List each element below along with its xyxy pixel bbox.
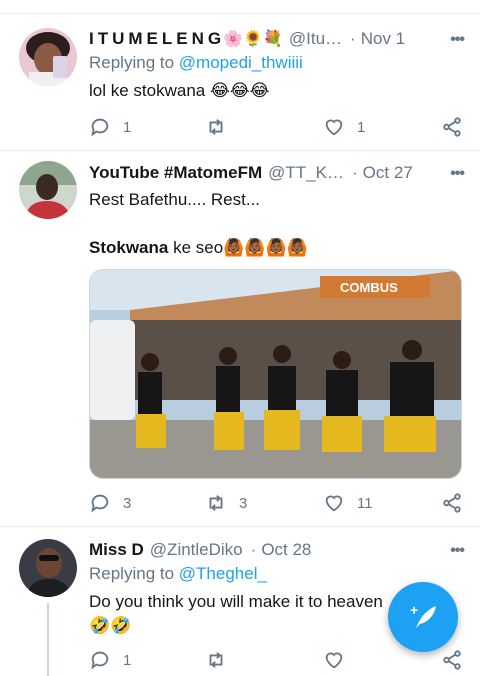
tweet-photo[interactable]: COMBUS (89, 269, 462, 479)
tweet[interactable]: YouTube #MatomeFM @TT_K… · Oct 27 ••• Re… (0, 151, 480, 527)
tweet[interactable]: ITUMELENG 🌸🌻💐 @Itu… · Nov 1 ••• Replying… (0, 15, 480, 151)
separator-dot: · (250, 540, 257, 559)
name-emoji: 🌸🌻💐 (223, 31, 283, 48)
share-button[interactable] (441, 491, 463, 515)
tweet-header: Miss D @ZintleDiko · Oct 28 (89, 538, 464, 562)
reply-icon (91, 651, 109, 670)
previous-tweet-edge (0, 0, 480, 14)
reply-icon (91, 494, 109, 513)
avatar[interactable] (19, 28, 77, 86)
reply-count: 1 (123, 118, 132, 136)
display-name[interactable]: ITUMELENG (89, 29, 225, 49)
like-count: 1 (357, 118, 366, 136)
heart-icon (325, 119, 343, 136)
avatar[interactable] (19, 161, 77, 219)
reply-mention-link[interactable]: @Theghel_ (179, 564, 267, 583)
avatar[interactable] (19, 539, 77, 597)
display-name[interactable]: Miss D (89, 540, 144, 560)
reply-button[interactable]: 1 (89, 648, 131, 672)
separator-dot: · (350, 29, 356, 48)
separator-dot: · (351, 163, 358, 182)
tweet-header: YouTube #MatomeFM @TT_K… · Oct 27 (89, 161, 464, 185)
reply-mention-link[interactable]: @mopedi_thwiiii (179, 53, 303, 72)
more-options-icon[interactable]: ••• (450, 31, 465, 49)
reply-count: 1 (123, 651, 132, 669)
share-icon (443, 650, 461, 670)
bold-word: Stokwana (89, 238, 169, 257)
share-icon (443, 493, 461, 513)
more-options-icon[interactable]: ••• (450, 165, 465, 183)
tweet-date[interactable]: Oct 28 (261, 540, 311, 560)
tweet-date[interactable]: Oct 27 (363, 163, 413, 183)
share-button[interactable] (441, 115, 463, 139)
like-button[interactable]: 1 (323, 115, 365, 139)
retweet-icon (209, 495, 223, 511)
tweet-header: ITUMELENG 🌸🌻💐 @Itu… · Nov 1 (89, 27, 464, 51)
like-count: 11 (357, 494, 373, 512)
heart-icon (325, 495, 343, 512)
retweet-icon (209, 119, 223, 135)
share-icon (443, 117, 461, 137)
like-button[interactable] (323, 648, 357, 672)
tweet-actions: 1 (89, 648, 464, 672)
heart-icon (325, 652, 343, 669)
tweet-actions: 1 1 (89, 115, 464, 139)
reply-button[interactable]: 1 (89, 115, 131, 139)
retweet-button[interactable] (205, 648, 239, 672)
more-options-icon[interactable]: ••• (450, 542, 465, 560)
thread-line (47, 603, 49, 676)
tweet-text-rest: ke seo🙆🏾🙆🏾🙆🏾🙆🏾 (168, 238, 308, 257)
share-button[interactable] (441, 648, 463, 672)
bus-terminal-sign: COMBUS (340, 280, 398, 295)
user-handle[interactable]: @Itu… (289, 29, 342, 49)
replying-to-label: Replying to (89, 53, 179, 72)
replying-to-label: Replying to (89, 564, 179, 583)
retweet-button[interactable]: 3 (205, 491, 247, 515)
tweet-text-line-1: Rest Bafethu.... Rest... (89, 190, 261, 209)
tweet-date[interactable]: Nov 1 (361, 29, 405, 49)
user-handle[interactable]: @TT_K… (268, 163, 344, 183)
retweet-icon (209, 652, 223, 668)
retweet-count: 3 (239, 494, 248, 512)
user-handle[interactable]: @ZintleDiko (150, 540, 243, 560)
display-name[interactable]: YouTube #MatomeFM (89, 163, 262, 183)
retweet-button[interactable] (205, 115, 239, 139)
like-button[interactable]: 11 (323, 491, 373, 515)
tweet-text-line-2: Stokwana ke seo🙆🏾🙆🏾🙆🏾🙆🏾 (89, 236, 464, 260)
reply-count: 3 (123, 494, 132, 512)
reply-icon (91, 118, 109, 137)
compose-tweet-button[interactable]: + (388, 582, 458, 652)
reply-button[interactable]: 3 (89, 491, 131, 515)
compose-plus: + (410, 602, 418, 618)
replying-to: Replying to @mopedi_thwiiii (89, 53, 464, 77)
compose-feather-icon: + (410, 602, 436, 628)
tweet-actions: 3 3 11 (89, 491, 464, 515)
tweet-text: lol ke stokwana 😂😂😂 (89, 81, 270, 100)
